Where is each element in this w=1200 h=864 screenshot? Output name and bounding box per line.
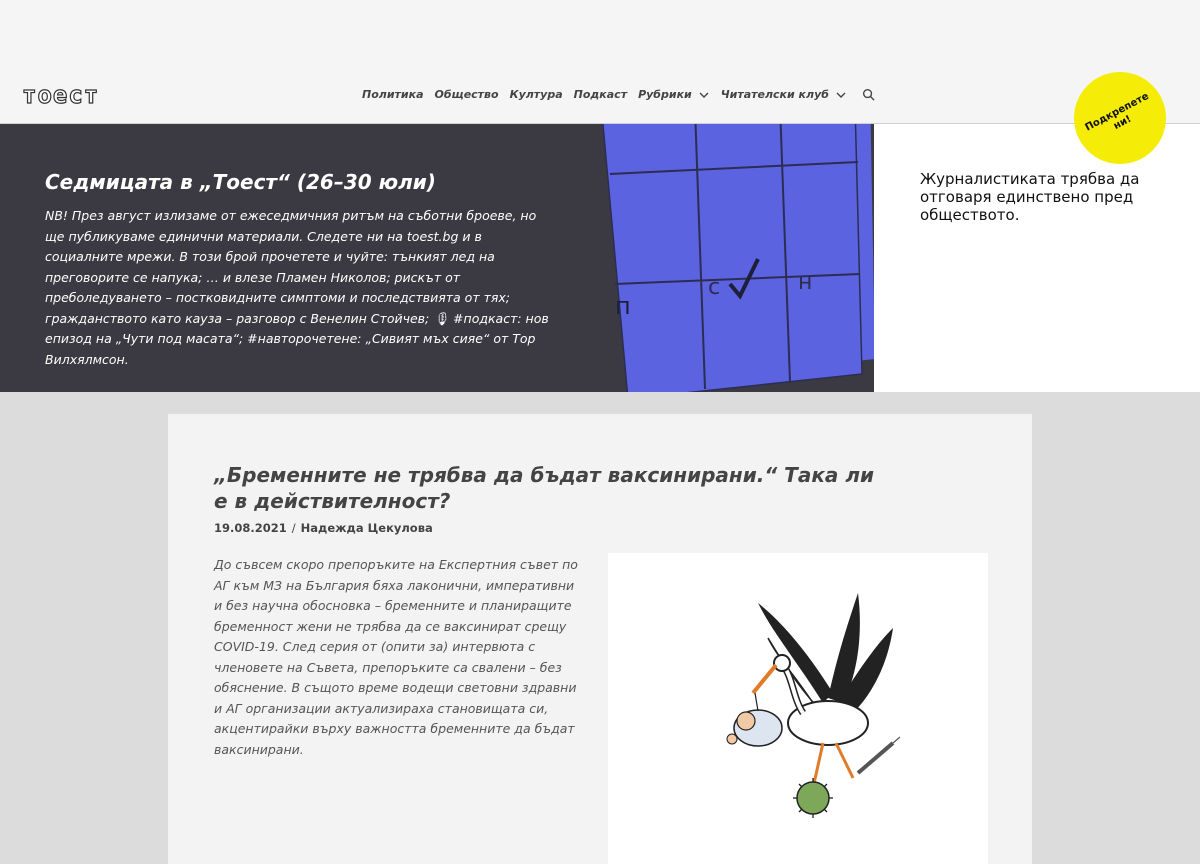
calendar-letter-p: п (615, 292, 631, 320)
article-meta: 19.08.2021 / Надежда Цекулова (214, 521, 433, 535)
nav-label: Подкаст (573, 88, 628, 101)
article-date: 19.08.2021 (214, 521, 287, 535)
support-us-button[interactable]: Подкрепете ни! (1074, 72, 1166, 164)
nav-kultura[interactable]: Култура (510, 88, 563, 101)
nav-label: Читателски клуб (720, 88, 829, 101)
nav-politika[interactable]: Политика (362, 88, 424, 101)
site-logo[interactable]: тоест (21, 80, 99, 109)
slogan-panel (874, 124, 1200, 392)
weekly-banner[interactable]: п с н Седмицата в „Тоест“ (26–30 юли) NB… (0, 124, 874, 392)
chevron-down-icon (699, 92, 709, 98)
article-excerpt: До съвсем скоро препоръките на Експертни… (214, 557, 578, 757)
article-author[interactable]: Надежда Цекулова (301, 521, 433, 535)
support-label: Подкрепете ни! (1083, 90, 1151, 134)
calendar-letter-n: н (798, 270, 812, 295)
article-title[interactable]: „Бременните не трябва да бъдат ваксинира… (214, 462, 894, 514)
nav-label: Рубрики (638, 88, 692, 101)
calendar-illustration: п с н (602, 124, 874, 392)
article-illustration[interactable] (608, 553, 988, 864)
meta-separator: / (291, 521, 296, 535)
nav-podkast[interactable]: Подкаст (574, 88, 627, 101)
calendar-letter-s: с (708, 275, 720, 300)
nav-label: Общество (434, 88, 499, 101)
nav-obshtestvo[interactable]: Общество (435, 88, 499, 101)
main-nav: Политика Общество Култура Подкаст Рубрик… (362, 88, 875, 101)
search-icon[interactable] (862, 88, 875, 101)
nav-label: Култура (509, 88, 563, 101)
stork-illustration (726, 593, 901, 818)
slogan-text: Журналистиката трябва да отговаря единст… (920, 170, 1140, 224)
chevron-down-icon (836, 92, 846, 98)
banner-title[interactable]: Седмицата в „Тоест“ (26–30 юли) (45, 170, 565, 194)
site-header: тоест Политика Общество Култура Подкаст … (0, 68, 1200, 124)
nav-chitatelski-klub[interactable]: Читателски клуб (721, 88, 847, 101)
nav-label: Политика (362, 88, 424, 101)
banner-summary: NB! През август излизаме от ежеседмичния… (45, 208, 549, 367)
nav-rubriki[interactable]: Рубрики (638, 88, 710, 101)
top-strip (0, 0, 1200, 68)
